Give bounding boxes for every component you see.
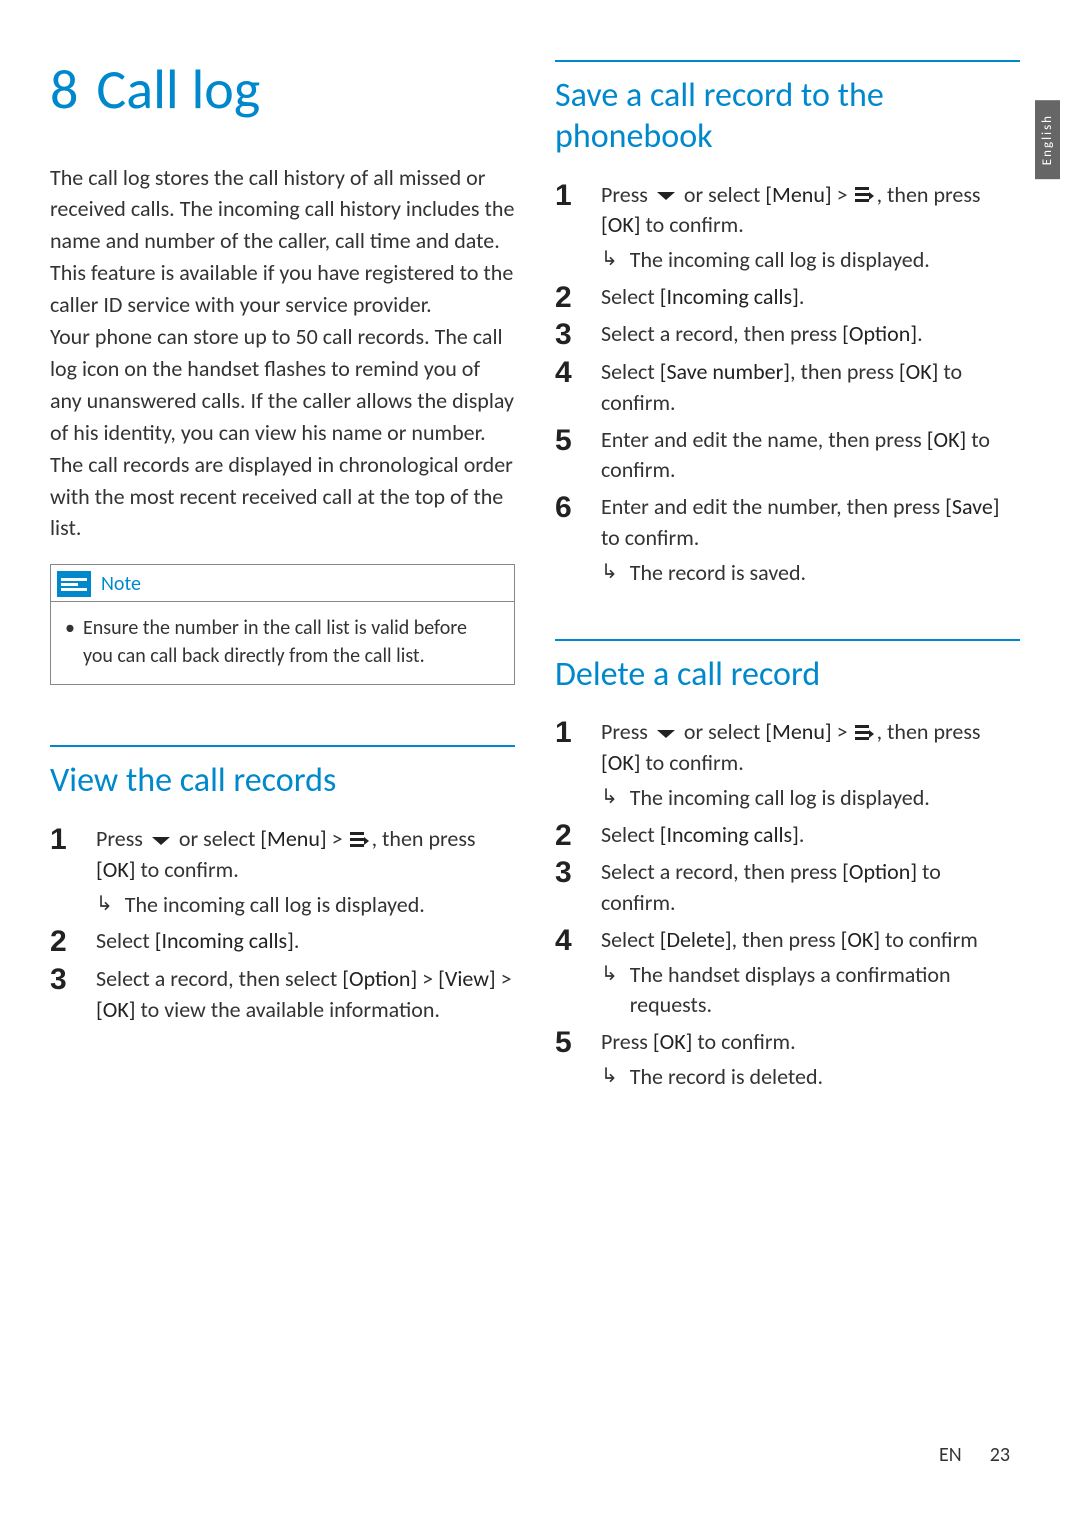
language-tab: English <box>1035 100 1060 179</box>
step-text: Press or select [Menu] > , then press [O… <box>96 824 515 920</box>
step-text: Select [Incoming calls]. <box>96 926 515 957</box>
section-save: Save a call record to the phonebook 1 Pr… <box>555 60 1020 589</box>
step-number: 6 <box>555 492 581 524</box>
step-result: ↳ The record is deleted. <box>601 1062 1020 1093</box>
save-step-5: 5 Enter and edit the name, then press [O… <box>555 425 1020 487</box>
step-text: Select [Save number], then press [OK] to… <box>601 357 1020 419</box>
step-text: Press or select [Menu] > , then press [O… <box>601 180 1020 276</box>
delete-step-4: 4 Select [Delete], then press [OK] to co… <box>555 925 1020 1021</box>
step-number: 4 <box>555 357 581 389</box>
step-result: ↳ The handset displays a confirmation re… <box>601 960 1020 1022</box>
list-icon <box>350 832 370 850</box>
note-box: Note Ensure the number in the call list … <box>50 564 515 685</box>
result-arrow-icon: ↳ <box>601 558 618 586</box>
step-text: Select [Incoming calls]. <box>601 820 1020 851</box>
step-text: Select a record, then press [Option]. <box>601 319 1020 350</box>
page-content: 8Call log The call log stores the call h… <box>0 0 1080 1139</box>
section-view: View the call records 1 Press or select … <box>50 745 515 1025</box>
step-number: 1 <box>555 717 581 749</box>
save-step-1: 1 Press or select [Menu] > , then press … <box>555 180 1020 276</box>
view-step-1: 1 Press or select [Menu] > , then press … <box>50 824 515 920</box>
delete-step-3: 3 Select a record, then press [Option] t… <box>555 857 1020 919</box>
left-column: 8Call log The call log stores the call h… <box>50 60 515 1099</box>
view-steps: 1 Press or select [Menu] > , then press … <box>50 824 515 1025</box>
result-arrow-icon: ↳ <box>601 1062 618 1090</box>
step-number: 3 <box>50 964 76 996</box>
view-step-2: 2 Select [Incoming calls]. <box>50 926 515 958</box>
step-result: ↳ The incoming call log is displayed. <box>601 783 1020 814</box>
intro-paragraph: The call log stores the call history of … <box>50 162 515 545</box>
view-step-3: 3 Select a record, then select [Option] … <box>50 964 515 1026</box>
chapter-number: 8 <box>50 56 78 124</box>
step-result: ↳ The record is saved. <box>601 558 1020 589</box>
section-heading-save: Save a call record to the phonebook <box>555 60 1020 158</box>
delete-step-2: 2 Select [Incoming calls]. <box>555 820 1020 852</box>
save-step-6: 6 Enter and edit the number, then press … <box>555 492 1020 588</box>
page-footer: EN 23 <box>939 1443 1010 1467</box>
step-text: Select [Delete], then press [OK] to conf… <box>601 925 1020 1021</box>
step-result: ↳ The incoming call log is displayed. <box>601 245 1020 276</box>
chapter-name: Call log <box>96 56 260 124</box>
footer-lang: EN <box>939 1443 962 1467</box>
list-icon <box>855 187 875 205</box>
step-number: 4 <box>555 925 581 957</box>
step-text: Enter and edit the name, then press [OK]… <box>601 425 1020 487</box>
down-arrow-icon <box>655 190 677 202</box>
result-arrow-icon: ↳ <box>601 245 618 273</box>
save-step-3: 3 Select a record, then press [Option]. <box>555 319 1020 351</box>
step-text: Select a record, then select [Option] > … <box>96 964 515 1026</box>
step-result: ↳ The incoming call log is displayed. <box>96 890 515 921</box>
step-number: 3 <box>555 857 581 889</box>
note-label: Note <box>101 572 141 596</box>
step-number: 2 <box>50 926 76 958</box>
note-header: Note <box>51 565 514 602</box>
result-arrow-icon: ↳ <box>96 890 113 918</box>
chapter-title: 8Call log <box>50 60 515 122</box>
result-arrow-icon: ↳ <box>601 960 618 988</box>
note-body: Ensure the number in the call list is va… <box>51 602 514 684</box>
note-icon <box>57 571 91 597</box>
delete-step-5: 5 Press [OK] to confirm. ↳ The record is… <box>555 1027 1020 1093</box>
step-number: 1 <box>555 180 581 212</box>
step-text: Press [OK] to confirm. ↳ The record is d… <box>601 1027 1020 1093</box>
step-number: 2 <box>555 282 581 314</box>
save-step-4: 4 Select [Save number], then press [OK] … <box>555 357 1020 419</box>
save-steps: 1 Press or select [Menu] > , then press … <box>555 180 1020 589</box>
note-text: Ensure the number in the call list is va… <box>65 614 500 670</box>
section-delete: Delete a call record 1 Press or select [… <box>555 639 1020 1093</box>
step-number: 1 <box>50 824 76 856</box>
list-icon <box>855 725 875 743</box>
section-heading-delete: Delete a call record <box>555 639 1020 696</box>
save-step-2: 2 Select [Incoming calls]. <box>555 282 1020 314</box>
step-number: 5 <box>555 425 581 457</box>
step-text: Select [Incoming calls]. <box>601 282 1020 313</box>
down-arrow-icon <box>150 835 172 847</box>
right-column: Save a call record to the phonebook 1 Pr… <box>555 60 1020 1099</box>
down-arrow-icon <box>655 728 677 740</box>
section-heading-view: View the call records <box>50 745 515 802</box>
step-number: 5 <box>555 1027 581 1059</box>
result-arrow-icon: ↳ <box>601 783 618 811</box>
step-number: 2 <box>555 820 581 852</box>
step-text: Select a record, then press [Option] to … <box>601 857 1020 919</box>
step-number: 3 <box>555 319 581 351</box>
delete-step-1: 1 Press or select [Menu] > , then press … <box>555 717 1020 813</box>
step-text: Enter and edit the number, then press [S… <box>601 492 1020 588</box>
delete-steps: 1 Press or select [Menu] > , then press … <box>555 717 1020 1092</box>
footer-page: 23 <box>990 1443 1010 1467</box>
step-text: Press or select [Menu] > , then press [O… <box>601 717 1020 813</box>
